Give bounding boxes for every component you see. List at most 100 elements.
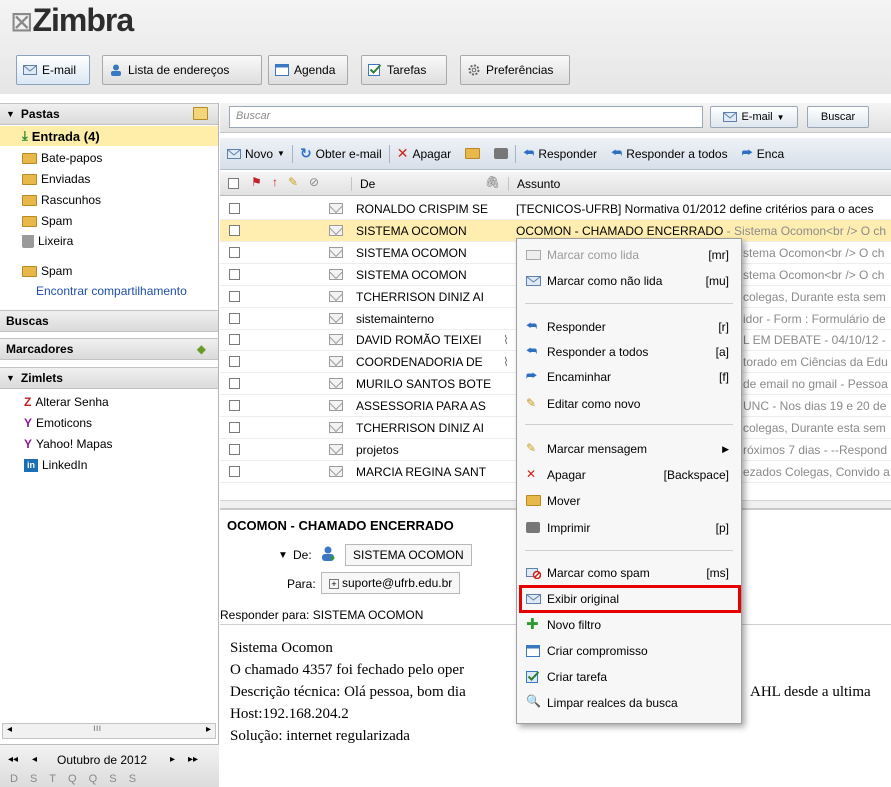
menu-reply[interactable]: ⮪ Responder [r] [517,315,741,339]
submenu-arrow-icon: ▶ [722,444,729,454]
column-subject[interactable]: Assunto [517,177,560,191]
row-checkbox[interactable] [229,246,240,258]
read-envelope-icon [329,356,343,368]
zimlets-header[interactable]: ▼ Zimlets [0,367,218,389]
menu-create-appointment[interactable]: Criar compromisso [517,639,741,663]
folder-sent[interactable]: Enviadas [22,169,90,189]
scroll-right-icon[interactable]: ▸ [206,724,211,735]
menu-edit-as-new[interactable]: ✎ Editar como novo [517,392,741,416]
prev-month-icon[interactable]: ◂ [32,754,37,765]
menu-reply-all[interactable]: ⮪ Responder a todos [a] [517,340,741,364]
zimbra-logo[interactable]: ⊠Zimbra [10,2,134,39]
find-shares-link[interactable]: Encontrar compartilhamento [36,281,187,301]
row-checkbox[interactable] [229,400,240,412]
menu-mark-unread[interactable]: Marcar como não lida [mu] [517,269,741,293]
next-year-icon[interactable]: ▸▸ [188,754,198,765]
reply-button[interactable]: ⮪ Responder [516,142,604,166]
row-checkbox[interactable] [229,422,240,433]
zimlet-emoticons[interactable]: Y Emoticons [24,413,92,433]
zimlet-linkedin[interactable]: in LinkedIn [24,455,87,475]
row-checkbox[interactable] [229,203,240,214]
folder-chats[interactable]: Bate-papos [22,148,102,168]
tab-tasks[interactable]: Tarefas [361,55,447,85]
zimlet-change-password[interactable]: Z Alterar Senha [24,392,109,412]
menu-print[interactable]: Imprimir [p] [517,516,741,540]
folders-header[interactable]: ▼ Pastas [0,103,218,125]
reply-all-icon: ⮪ [611,146,623,160]
forward-button[interactable]: ⮫ Enca [735,142,792,166]
gear-icon [467,64,481,76]
status-column-icon[interactable]: ⊘ [309,175,319,189]
expand-header-icon[interactable]: ▼ [278,550,288,561]
search-input[interactable]: Buscar [229,106,703,128]
tags-header[interactable]: Marcadores ◆ [0,338,218,360]
menu-mark-spam[interactable]: Marcar como spam [ms] [517,561,741,585]
scroll-thumb[interactable]: ııı [93,723,101,734]
row-from: SISTEMA OCOMON [356,223,467,238]
row-fragment: stema Ocomon<br /> O ch [743,267,885,282]
attachment-column-icon[interactable]: 🖇 [485,175,500,189]
new-folder-icon[interactable] [193,107,208,123]
menu-mark-message[interactable]: ✎ Marcar mensagem ▶ [517,437,741,461]
print-button[interactable] [487,142,515,166]
reply-all-button[interactable]: ⮪ Responder a todos [604,142,735,166]
get-mail-button[interactable]: ↻ Obter e-mail [293,142,389,166]
sidebar-horizontal-scrollbar[interactable]: ◂ ııı ▸ [2,723,216,739]
table-row[interactable]: RONALDO CRISPIM SE [TECNICOS-UFRB] Normat… [220,198,891,220]
folder-spam-2[interactable]: Spam [22,261,72,281]
row-checkbox[interactable] [229,224,240,236]
folder-drafts[interactable]: Rascunhos [22,190,101,210]
tab-email[interactable]: E-mail [16,55,90,85]
reply-icon: ⮪ [523,146,535,160]
menu-new-filter[interactable]: ✚ Novo filtro [517,613,741,637]
menu-create-task[interactable]: Criar tarefa [517,665,741,689]
tab-contacts[interactable]: Lista de endereços [102,55,262,85]
column-from[interactable]: De [360,177,375,191]
to-value[interactable]: + suporte@ufrb.edu.br [321,572,461,594]
new-mail-icon [227,148,241,160]
row-checkbox[interactable] [229,312,240,324]
row-checkbox[interactable] [229,290,240,302]
menu-forward[interactable]: ⮫ Encaminhar [f] [517,365,741,389]
scroll-left-icon[interactable]: ◂ [7,724,12,735]
menu-clear-search-highlights[interactable]: 🔍 Limpar realces da busca [517,691,741,715]
priority-column-icon[interactable]: ↑ [272,175,278,189]
sidebar: ▼ Pastas ⤓ Entrada (4) Bate-papos Enviad… [0,103,219,787]
contacts-icon [109,64,123,76]
search-scope-dropdown[interactable]: E-mail ▼ [710,106,798,128]
next-month-icon[interactable]: ▸ [170,754,175,765]
read-envelope-icon [329,268,343,280]
checkbox-icon [368,64,382,76]
row-fragment: de email no gmail - Pessoa [743,377,888,392]
zimbra-z-icon: Z [24,395,32,409]
row-checkbox[interactable] [229,334,240,346]
zimlet-yahoo-maps[interactable]: Y Yahoo! Mapas [24,434,113,454]
row-checkbox[interactable] [229,465,240,477]
tag-column-icon[interactable]: ✎ [288,175,298,189]
flag-column-icon[interactable]: ⚑ [251,175,262,189]
row-fragment: colegas, Durante esta sem [743,289,886,304]
new-button[interactable]: Novo ▼ [220,142,292,166]
folder-inbox[interactable]: ⤓ Entrada (4) [0,126,218,146]
delete-button[interactable]: ✕ Apagar [390,142,458,166]
row-checkbox[interactable] [229,443,240,455]
from-value[interactable]: SISTEMA OCOMON [345,544,472,566]
row-checkbox[interactable] [229,378,240,390]
tab-calendar[interactable]: Agenda [268,55,348,85]
menu-move[interactable]: Mover [517,489,741,513]
row-checkbox[interactable] [229,268,240,280]
tag-icon[interactable]: ◆ [197,342,206,356]
expand-plus-icon: + [329,579,339,589]
prev-year-icon[interactable]: ◂◂ [8,754,18,765]
row-checkbox[interactable] [229,356,240,368]
folder-spam[interactable]: Spam [22,211,72,231]
move-button[interactable] [458,142,487,166]
searches-header[interactable]: Buscas [0,310,218,332]
menu-mark-read[interactable]: Marcar como lida [mr] [517,243,741,267]
tab-preferences[interactable]: Preferências [460,55,570,85]
search-button[interactable]: Buscar [807,106,869,128]
select-all-checkbox[interactable] [228,178,239,189]
menu-delete[interactable]: ✕ Apagar [Backspace] [517,463,741,487]
delete-x-icon: ✕ [396,145,409,161]
folder-trash[interactable]: Lixeira [22,231,73,251]
